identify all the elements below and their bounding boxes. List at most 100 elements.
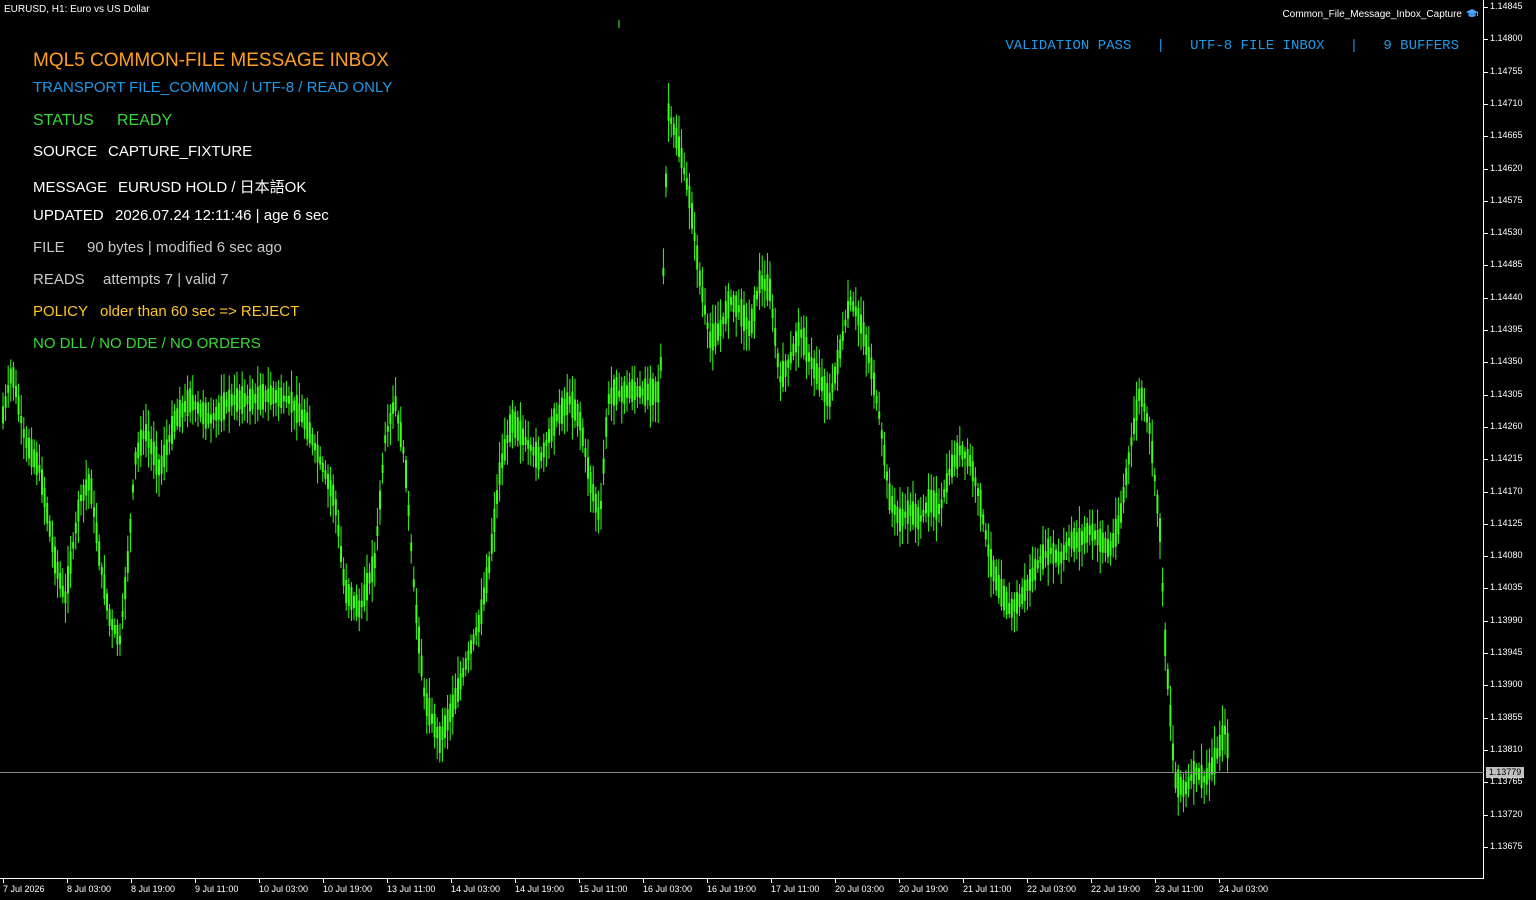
candle-body <box>415 604 418 624</box>
time-label: 24 Jul 03:00 <box>1219 884 1269 894</box>
candle-body <box>1151 441 1154 463</box>
candle-body <box>82 484 85 501</box>
candle-body <box>272 387 275 404</box>
candle-body <box>1169 705 1172 727</box>
candle-body <box>1096 530 1099 546</box>
candle-body <box>124 576 127 600</box>
price-tick <box>1484 362 1488 364</box>
candle-body <box>1190 774 1193 781</box>
candle-body <box>191 395 194 411</box>
candle-body <box>199 404 202 418</box>
candle-body <box>873 372 875 396</box>
candle-body <box>592 484 595 502</box>
price-label: 1.14755 <box>1490 65 1523 76</box>
candle-body <box>197 402 199 414</box>
price-tick <box>1484 782 1488 784</box>
candle-body <box>550 416 553 442</box>
candle-body <box>813 358 816 379</box>
candle-body <box>1187 776 1190 790</box>
candle-body <box>769 278 771 302</box>
policy-row: POLICY older than 60 sec => REJECT <box>33 303 299 320</box>
candle-body <box>249 388 251 412</box>
candle-body <box>1109 541 1112 556</box>
price-label: 1.13990 <box>1490 614 1523 625</box>
candle-body <box>454 688 457 710</box>
candle-body <box>1127 452 1130 465</box>
candle-body <box>1008 602 1011 614</box>
candle-body <box>779 376 782 383</box>
candle-body <box>631 379 634 402</box>
candle-body <box>1140 387 1143 407</box>
candle-body <box>189 388 192 413</box>
candle-body <box>160 455 163 474</box>
time-label: 20 Jul 03:00 <box>835 884 885 894</box>
time-label: 14 Jul 19:00 <box>515 884 565 894</box>
candle-body <box>797 322 800 347</box>
time-tick <box>899 879 900 883</box>
candle-body <box>314 443 316 451</box>
candle-body <box>15 386 17 398</box>
message-label: MESSAGE <box>33 179 108 196</box>
price-label: 1.13855 <box>1490 711 1523 722</box>
chart-area[interactable] <box>0 0 1484 879</box>
candle-body <box>815 363 818 384</box>
candle-body <box>516 417 519 441</box>
candle-body <box>41 469 43 495</box>
candle-body <box>108 609 111 626</box>
candle-body <box>698 270 701 287</box>
candle-body <box>87 474 90 491</box>
candle-body <box>574 399 576 421</box>
candle-body <box>615 377 618 405</box>
candle-body <box>901 509 904 526</box>
candle-body <box>529 444 532 451</box>
candle-body <box>64 591 67 604</box>
price-tick <box>1484 717 1488 719</box>
graduation-cap-icon[interactable] <box>1465 8 1479 19</box>
candle-body <box>542 442 545 458</box>
candle-body <box>285 396 288 403</box>
candle-body <box>1070 531 1073 549</box>
candle-body <box>121 610 124 618</box>
candle-body <box>181 402 184 418</box>
candle-body <box>145 424 147 442</box>
candle-body <box>553 408 556 436</box>
time-tick <box>1091 879 1092 883</box>
candle-body <box>1034 558 1037 581</box>
time-label: 22 Jul 03:00 <box>1027 884 1077 894</box>
candle-body <box>1057 551 1060 566</box>
candle-body <box>808 352 810 362</box>
candle-body <box>685 178 688 190</box>
candle-body <box>748 320 751 337</box>
price-tick <box>1484 588 1488 590</box>
candle-body <box>363 584 366 606</box>
price-label: 1.13720 <box>1490 808 1523 819</box>
candle-body <box>464 658 467 670</box>
candle-body <box>1003 585 1005 611</box>
candle-body <box>745 317 748 329</box>
candle-body <box>735 295 738 317</box>
candle-body <box>862 322 865 347</box>
candle-body <box>659 357 662 371</box>
candle-body <box>389 412 392 425</box>
candle-body <box>1135 399 1138 421</box>
candle-body <box>12 367 15 388</box>
candle-body <box>548 429 550 443</box>
candle-body <box>1047 538 1050 565</box>
candle-body <box>743 305 745 331</box>
price-tick <box>1484 685 1488 687</box>
candle-body <box>982 514 985 525</box>
price-label: 1.14170 <box>1490 485 1523 496</box>
candle-body <box>376 526 379 536</box>
candle-body <box>350 587 353 610</box>
candle-body <box>33 449 36 468</box>
candle-body <box>633 382 636 400</box>
candle-body <box>867 347 870 364</box>
candle-body <box>246 395 249 405</box>
price-tick <box>1484 136 1488 138</box>
candle-body <box>1166 669 1169 690</box>
candle-body <box>1130 437 1133 446</box>
candle-body <box>288 395 290 404</box>
price-tick <box>1484 330 1488 331</box>
price-label: 1.14305 <box>1490 388 1523 399</box>
candle-body <box>795 331 797 353</box>
